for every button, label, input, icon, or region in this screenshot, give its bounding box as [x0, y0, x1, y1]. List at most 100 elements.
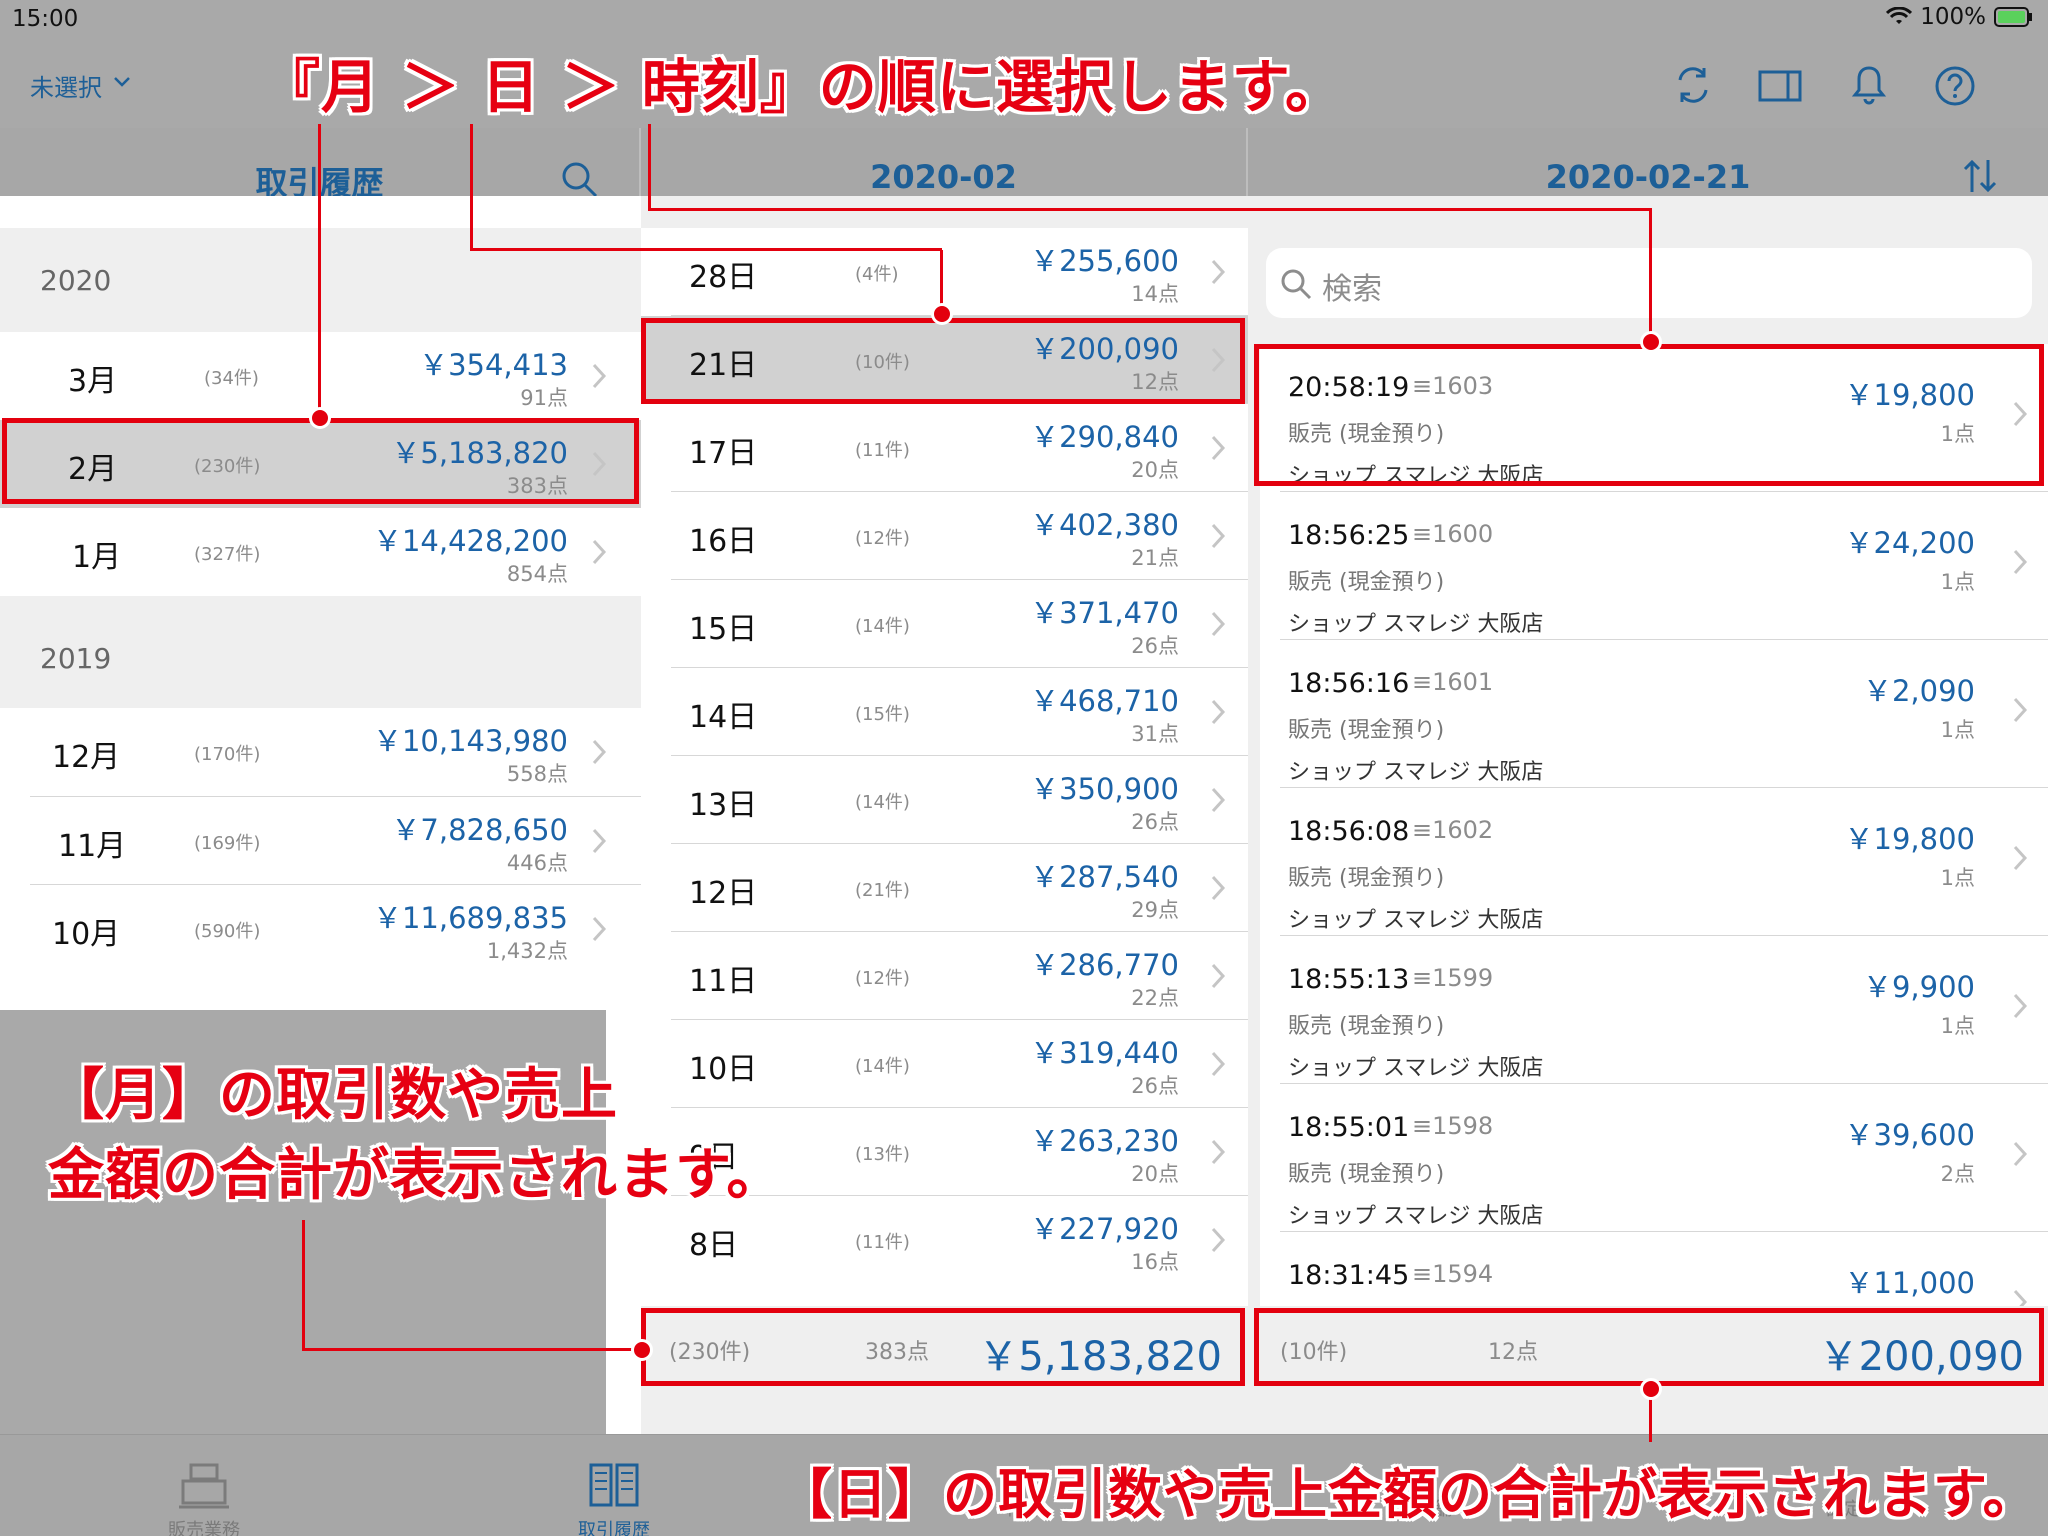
day-count: (12件) [855, 528, 910, 549]
days-column-header: 2020-02 [641, 128, 1248, 196]
chevron-right-icon [1211, 699, 1226, 725]
days-top-gap [641, 196, 1248, 228]
day-amount: ￥319,440 [1030, 1036, 1179, 1070]
chevron-right-icon [1211, 1139, 1226, 1165]
day-row[interactable]: 11日 (12件) ￥286,770 22点 [641, 932, 1248, 1020]
status-bar: 15:00 100% [0, 0, 2048, 40]
wifi-icon [1886, 7, 1913, 24]
tx-id: ≡1601 [1412, 668, 1494, 696]
transaction-row[interactable]: 18:31:45 ≡1594 ￥11,000 [1260, 1232, 2048, 1315]
day-row[interactable]: 17日 (11件) ￥290,840 20点 [641, 404, 1248, 492]
tab-sales[interactable]: 販売業務 [134, 1459, 274, 1536]
tx-type: 販売 (現金預り) [1288, 570, 1445, 595]
day-amount: ￥290,840 [1030, 420, 1179, 454]
tx-points: 1点 [1940, 1014, 1975, 1038]
day-amount: ￥255,600 [1030, 244, 1179, 278]
transaction-row[interactable]: 18:55:13 ≡1599 ￥9,900 販売 (現金預り) 1点 ショップ スマレジ … [1260, 936, 2048, 1084]
chevron-right-icon [1211, 259, 1226, 285]
transaction-row[interactable]: 18:55:01 ≡1598 ￥39,600 販売 (現金預り) 2点 ショップ スマレジ… [1260, 1084, 2048, 1232]
tx-amount: ￥19,800 [1844, 822, 1975, 856]
tx-id: ≡1599 [1412, 964, 1494, 992]
tx-amount: ￥9,900 [1862, 970, 1975, 1004]
transaction-row[interactable]: 18:56:08 ≡1602 ￥19,800 販売 (現金預り) 1点 ショップ スマレジ… [1260, 788, 2048, 936]
row-divider [671, 315, 1248, 316]
row-divider [671, 491, 1248, 492]
day-row[interactable]: 15日 (14件) ￥371,470 26点 [641, 580, 1248, 668]
tx-shop: ショップ スマレジ 大阪店 [1288, 1204, 1544, 1229]
day-label: 10日 [689, 1052, 758, 1087]
connector-dot [1640, 331, 1662, 353]
connector-line [1649, 208, 1652, 342]
month-points: 558点 [506, 762, 568, 786]
chevron-right-icon [2013, 697, 2028, 723]
connector-line [470, 248, 942, 251]
row-divider [671, 755, 1248, 756]
transaction-row[interactable]: 18:56:16 ≡1601 ￥2,090 販売 (現金預り) 1点 ショップ スマレジ … [1260, 640, 2048, 788]
month-amount: ￥354,413 [419, 348, 568, 382]
transaction-row[interactable]: 18:56:25 ≡1600 ￥24,200 販売 (現金預り) 1点 ショップ スマレジ… [1260, 492, 2048, 640]
chevron-right-icon [1211, 523, 1226, 549]
day-label: 8日 [689, 1228, 739, 1263]
day-label: 13日 [689, 788, 758, 823]
day-points: 22点 [1131, 986, 1179, 1010]
day-label: 15日 [689, 612, 758, 647]
chevron-right-icon [2013, 1141, 2028, 1167]
connector-line [302, 1220, 305, 1350]
row-divider [1280, 935, 2048, 936]
day-amount: ￥371,470 [1030, 596, 1179, 630]
tx-type: 販売 (現金預り) [1288, 718, 1445, 743]
tx-amount: ￥24,200 [1844, 526, 1975, 560]
bell-icon[interactable] [1846, 62, 1892, 108]
tx-id: ≡1600 [1412, 520, 1494, 548]
day-row[interactable]: 16日 (12件) ￥402,380 21点 [641, 492, 1248, 580]
row-divider [1280, 787, 2048, 788]
tx-title: 2020-02-21 [1545, 158, 1751, 196]
chevron-right-icon [592, 828, 607, 854]
month-count: (170件) [194, 744, 261, 765]
search-placeholder: 検索 [1322, 272, 1382, 307]
connector-line [648, 208, 1651, 211]
tx-type: 販売 (現金預り) [1288, 866, 1445, 891]
chevron-right-icon [592, 739, 607, 765]
chevron-down-icon[interactable] [112, 71, 132, 91]
help-icon[interactable] [1932, 62, 1978, 108]
day-row[interactable]: 12日 (21件) ￥287,540 29点 [641, 844, 1248, 932]
month-points: 854点 [506, 562, 568, 586]
days-title: 2020-02 [870, 158, 1017, 196]
month-amount: ￥10,143,980 [372, 724, 568, 758]
search-icon[interactable] [560, 160, 600, 200]
tx-time: 18:56:08 [1288, 816, 1410, 847]
day-points: 26点 [1131, 810, 1179, 834]
day-count: (13件) [855, 1144, 910, 1165]
tx-points: 2点 [1940, 1162, 1975, 1186]
month-row-dec[interactable]: 12月 (170件) ￥10,143,980 558点 [0, 708, 641, 796]
day-amount: ￥286,770 [1030, 948, 1179, 982]
row-divider [1280, 1231, 2048, 1232]
highlight-first-tx [1254, 344, 2044, 486]
tx-type: 販売 (現金預り) [1288, 1014, 1445, 1039]
day-points: 31点 [1131, 722, 1179, 746]
month-row-jan[interactable]: 1月 (327件) ￥14,428,200 854点 [0, 508, 641, 596]
month-points: 1,432点 [486, 939, 568, 963]
day-points: 14点 [1131, 282, 1179, 306]
refresh-icon[interactable] [1670, 62, 1716, 108]
day-count: (11件) [855, 1232, 910, 1253]
split-view-icon[interactable] [1757, 62, 1803, 108]
month-row-oct[interactable]: 10月 (590件) ￥11,689,835 1,432点 [0, 885, 641, 973]
day-row[interactable]: 13日 (14件) ￥350,900 26点 [641, 756, 1248, 844]
tx-points: 1点 [1940, 866, 1975, 890]
day-label: 14日 [689, 700, 758, 735]
chevron-right-icon [1211, 1051, 1226, 1077]
day-row[interactable]: 14日 (15件) ￥468,710 31点 [641, 668, 1248, 756]
store-selector[interactable]: 未選択 [30, 68, 102, 103]
month-row-nov[interactable]: 11月 (169件) ￥7,828,650 446点 [0, 797, 641, 885]
tab-label: 販売業務 [168, 1520, 240, 1536]
highlight-tx-footer [1254, 1308, 2044, 1386]
month-amount: ￥11,689,835 [372, 901, 568, 935]
tab-history[interactable]: 取引履歴 [544, 1459, 684, 1536]
tx-shop: ショップ スマレジ 大阪店 [1288, 1056, 1544, 1081]
day-points: 26点 [1131, 634, 1179, 658]
sort-icon[interactable] [1962, 156, 1998, 196]
day-row[interactable]: 10日 (14件) ￥319,440 26点 [641, 1020, 1248, 1108]
tx-shop: ショップ スマレジ 大阪店 [1288, 908, 1544, 933]
